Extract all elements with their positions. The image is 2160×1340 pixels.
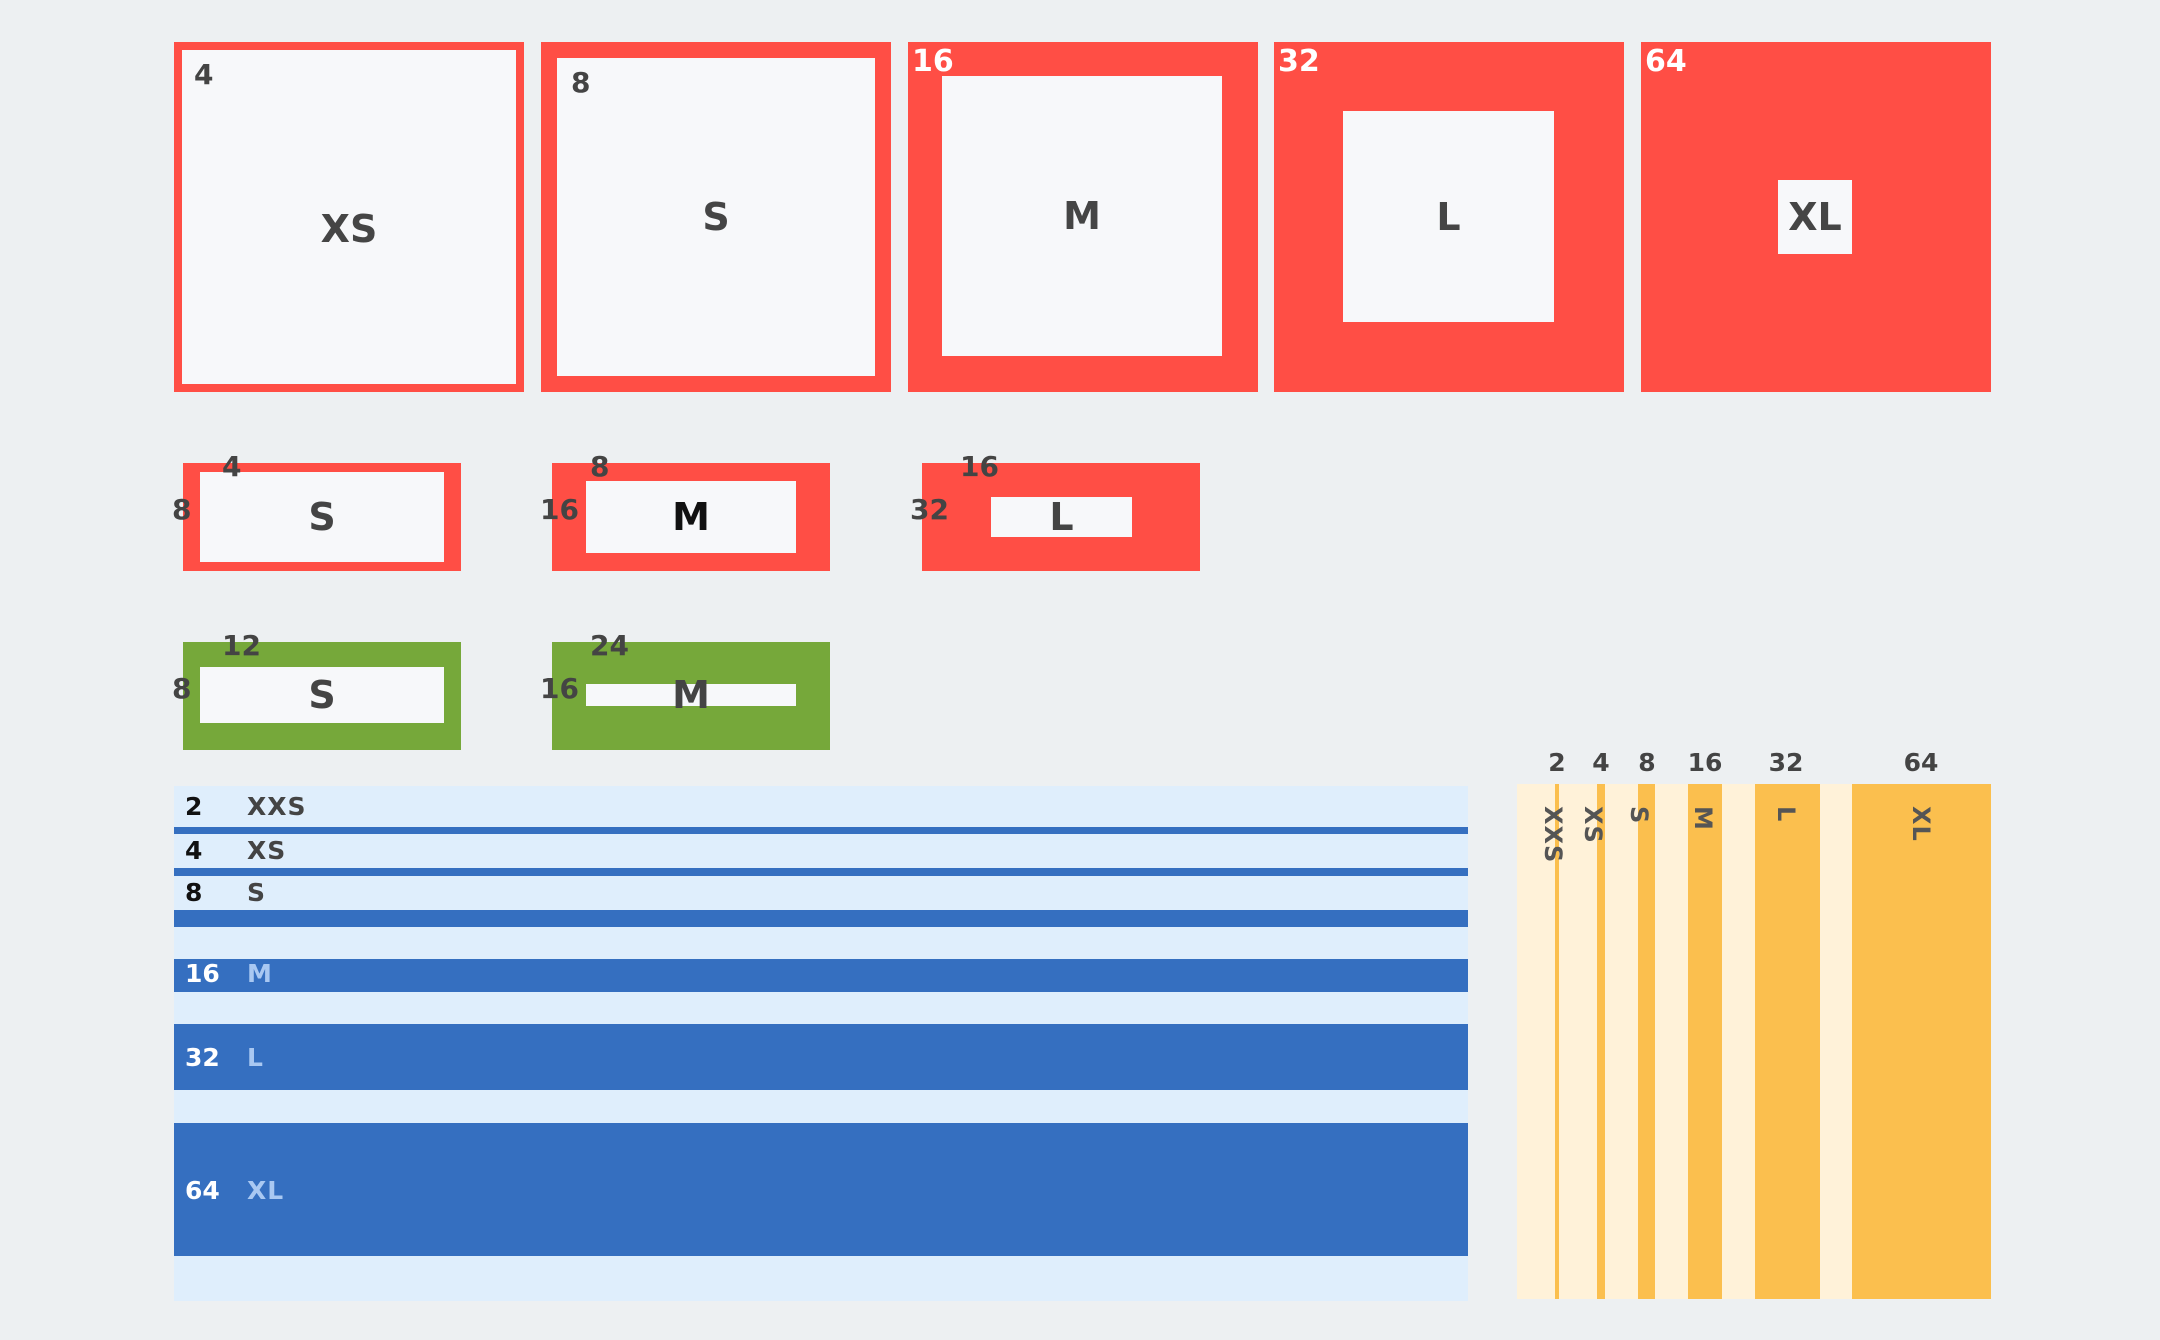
- bar-value-label: 4: [185, 836, 203, 865]
- tile-size-label: XL: [1788, 195, 1842, 239]
- green-box-s-inner: S: [200, 667, 444, 723]
- box-size-label: L: [1049, 495, 1074, 539]
- horizontal-bar-scale: 2 XXS 4 XS 8 S 16 M 32 L 64 XL: [174, 786, 1468, 1301]
- tile-size-label: M: [1063, 194, 1101, 238]
- tile-xl-inner: XL: [1778, 180, 1852, 254]
- box-size-label: S: [308, 673, 336, 717]
- bar-value-label: 8: [185, 878, 203, 907]
- column-size-label: M: [1689, 806, 1717, 831]
- bar-value-label: 32: [185, 1043, 220, 1072]
- bar-size-label: M: [247, 959, 273, 988]
- bar-size-label: S: [247, 878, 267, 907]
- tile-m-inner: M: [942, 76, 1222, 356]
- column-size-label: XS: [1579, 806, 1607, 844]
- bar-value-label: 64: [185, 1176, 220, 1205]
- bar-size-label: XS: [247, 836, 287, 865]
- tile-size-label: L: [1436, 194, 1461, 239]
- bar-size-label: XL: [247, 1176, 285, 1205]
- tile-l-inner: L: [1343, 111, 1554, 322]
- bar-m: [174, 959, 1468, 992]
- tile-value-label: 32: [1278, 44, 1320, 79]
- tile-value-label: 64: [1645, 44, 1687, 79]
- column-size-label: XXS: [1539, 806, 1567, 864]
- top-padding-label: 24: [590, 629, 629, 662]
- top-padding-label: 4: [222, 450, 242, 483]
- box-size-label: S: [308, 495, 336, 539]
- side-padding-label: 16: [540, 672, 579, 705]
- bar-value-label: 16: [185, 959, 220, 988]
- red-box-s-inner: S: [200, 472, 444, 562]
- column-xl: [1852, 784, 1991, 1299]
- top-padding-label: 16: [960, 450, 999, 483]
- side-padding-label: 8: [172, 493, 192, 526]
- bar-xs: [174, 868, 1468, 876]
- column-m: [1688, 784, 1722, 1299]
- green-box-m-inner: M: [586, 673, 796, 717]
- side-padding-label: 32: [910, 493, 949, 526]
- side-padding-label: 16: [540, 493, 579, 526]
- bar-xl: [174, 1123, 1468, 1256]
- tile-xs-inner: XS: [182, 50, 516, 384]
- bar-value-label: 2: [185, 792, 203, 821]
- tile-value-label: 4: [194, 58, 214, 91]
- column-value-label: 32: [1768, 748, 1804, 777]
- column-size-label: XL: [1907, 806, 1935, 842]
- bar-s: [174, 910, 1468, 927]
- bar-xxs: [174, 827, 1468, 834]
- bar-l: [174, 1024, 1468, 1090]
- top-padding-label: 12: [222, 629, 261, 662]
- red-box-l-inner: L: [991, 495, 1132, 539]
- tile-value-label: 16: [912, 44, 954, 79]
- tile-size-label: XS: [320, 207, 378, 251]
- box-size-label: M: [672, 673, 710, 717]
- red-box-m-inner: M: [586, 481, 796, 553]
- tile-s-inner: S: [557, 58, 875, 376]
- vertical-bar-scale: XXS XS S M L XL: [1517, 784, 1991, 1299]
- column-value-label: 64: [1903, 748, 1939, 777]
- column-value-label: 8: [1638, 748, 1656, 777]
- bar-size-label: L: [247, 1043, 264, 1072]
- column-value-label: 16: [1687, 748, 1723, 777]
- column-size-label: L: [1772, 806, 1800, 823]
- tile-value-label: 8: [571, 66, 591, 99]
- column-l: [1755, 784, 1820, 1299]
- column-xs: [1597, 784, 1605, 1299]
- top-padding-label: 8: [590, 450, 610, 483]
- column-size-label: S: [1625, 806, 1653, 825]
- tile-size-label: S: [702, 195, 730, 239]
- side-padding-label: 8: [172, 672, 192, 705]
- column-s: [1638, 784, 1655, 1299]
- bar-size-label: XXS: [247, 792, 307, 821]
- box-size-label: M: [672, 495, 710, 539]
